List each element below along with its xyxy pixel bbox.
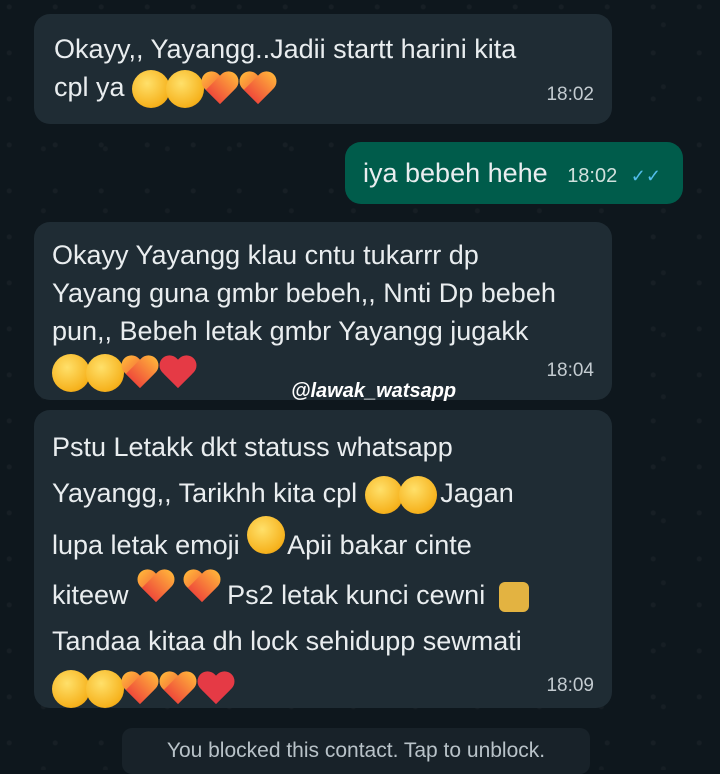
fire-heart-icon <box>238 70 278 106</box>
emoji-icon <box>86 669 124 708</box>
emoji-icon <box>166 69 205 108</box>
message-text: Ps2 letak kunci cewni <box>227 580 486 610</box>
lock-icon <box>498 581 529 612</box>
fire-heart-icon <box>182 568 222 604</box>
emoji-icon <box>86 354 124 392</box>
message-text-line: pun,, Bebeh letak gmbr Yayangg jugakk <box>52 316 529 346</box>
blocked-contact-banner[interactable]: You blocked this contact. Tap to unblock… <box>122 728 590 774</box>
fire-heart-icon <box>120 354 160 390</box>
fire-heart-icon <box>158 670 198 706</box>
red-heart-icon <box>158 354 198 390</box>
message-text-line: Yayang guna gmbr bebeh,, Nnti Dp bebeh <box>52 278 556 308</box>
emoji-icon <box>132 69 171 108</box>
incoming-message[interactable]: Okayy Yayangg klau cntu tukarrr dp Yayan… <box>34 222 612 400</box>
message-text: Yayangg,, Tarikhh kita cpl <box>52 478 358 508</box>
watermark: @lawak_watsapp <box>291 380 457 402</box>
emoji-row <box>132 69 278 108</box>
message-text: Jagan <box>440 478 514 508</box>
message-text-line: Yayangg,, Tarikhh kita cpl Jagan <box>52 470 594 516</box>
message-text: kiteew <box>52 580 129 610</box>
fire-heart-icon <box>120 670 160 706</box>
emoji-icon <box>364 475 403 514</box>
message-text-line: Okayy Yayangg klau cntu tukarrr dp <box>52 240 479 270</box>
message-time: 18:02 <box>546 84 594 105</box>
emoji-icon <box>398 475 437 514</box>
message-text-line: kiteew Ps2 letak kunci cewni <box>52 568 594 618</box>
emoji-icon <box>52 669 90 708</box>
message-text: Apii bakar cinte <box>287 530 472 560</box>
message-text-line: Okayy,, Yayangg..Jadii startt harini kit… <box>54 34 517 64</box>
message-text-line: Tandaa kitaa dh lock sehidupp sewmati <box>52 626 522 656</box>
message-text-line: lupa letak emoji Apii bakar cinte <box>52 516 594 568</box>
fire-heart-icon <box>200 70 240 106</box>
outgoing-message[interactable]: iya bebeh hehe 18:02 ✓✓ <box>345 142 683 204</box>
fire-heart-icon <box>136 568 176 604</box>
message-text: iya bebeh hehe <box>363 158 548 188</box>
emoji-row <box>52 354 196 392</box>
emoji-icon <box>247 516 286 554</box>
bandaged-heart-icon <box>196 670 236 706</box>
incoming-message[interactable]: Pstu Letakk dkt statuss whatsapp Yayangg… <box>34 410 612 708</box>
message-time: 18:04 <box>546 360 594 381</box>
message-text: lupa letak emoji <box>52 530 240 560</box>
message-text-line: Pstu Letakk dkt statuss whatsapp <box>52 432 453 462</box>
message-time: 18:09 <box>546 675 594 696</box>
message-time: 18:02 <box>567 165 618 187</box>
emoji-icon <box>52 354 90 392</box>
incoming-message[interactable]: Okayy,, Yayangg..Jadii startt harini kit… <box>34 14 612 124</box>
emoji-row <box>52 669 236 708</box>
emoji-row <box>364 475 437 514</box>
read-ticks-icon: ✓✓ <box>630 166 661 186</box>
message-text: cpl ya <box>54 72 125 102</box>
message-text-line: cpl ya <box>54 68 592 108</box>
